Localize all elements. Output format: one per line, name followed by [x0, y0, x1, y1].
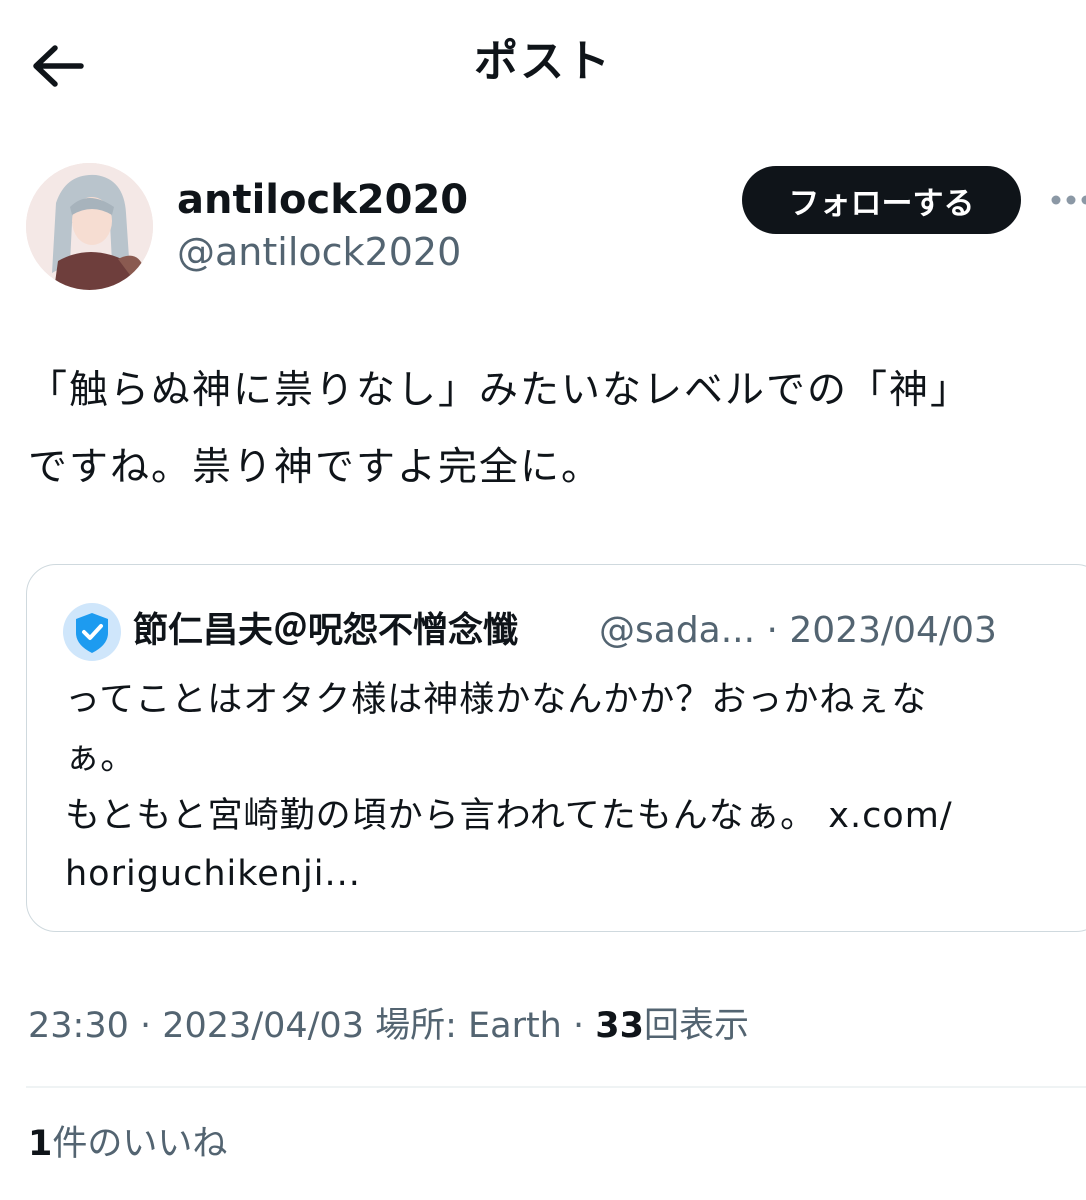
follow-button[interactable]: フォローする: [742, 166, 1021, 234]
timestamp-location[interactable]: 23:30 · 2023/04/03 場所: Earth ·: [28, 1006, 595, 1046]
likes-label: 件のいいね: [52, 1124, 228, 1164]
page-title: ポスト: [474, 36, 612, 87]
tweet-metadata: 23:30 · 2023/04/03 場所: Earth · 33回表示: [28, 1000, 749, 1052]
avatar-illustration: [26, 163, 153, 290]
views-count: 33: [595, 1006, 644, 1046]
views-label: 回表示: [643, 1006, 749, 1046]
likes-link[interactable]: 1件のいいね: [28, 1118, 227, 1170]
likes-count: 1: [28, 1124, 53, 1164]
more-options-button[interactable]: [1046, 184, 1086, 216]
author-display-name[interactable]: antilock2020: [177, 174, 468, 226]
author-handle[interactable]: @antilock2020: [177, 226, 461, 278]
quote-author-name: 節仁昌夫＠呪怨不憎念懺: [133, 611, 519, 651]
verified-shield-icon: [63, 603, 121, 661]
top-bar: ポスト: [0, 0, 1086, 130]
quoted-tweet[interactable]: 節仁昌夫＠呪怨不憎念懺 @sada... · 2023/04/03 ってことはオ…: [26, 564, 1086, 932]
divider: [26, 1086, 1086, 1088]
quote-handle-date: @sada... · 2023/04/03: [599, 610, 997, 651]
tweet-text: 「触らぬ神に祟りなし」みたいなレベルでの「神」 ですね。祟り神ですよ完全に。: [28, 368, 972, 490]
quote-text: ってことはオタク様は神様かなんかか？おっかねぇな ぁ。 もともと宮崎勤の頃から言…: [65, 680, 953, 894]
quote-avatar[interactable]: [63, 603, 121, 661]
more-horizontal-icon: [1051, 195, 1086, 205]
avatar[interactable]: [26, 163, 153, 290]
